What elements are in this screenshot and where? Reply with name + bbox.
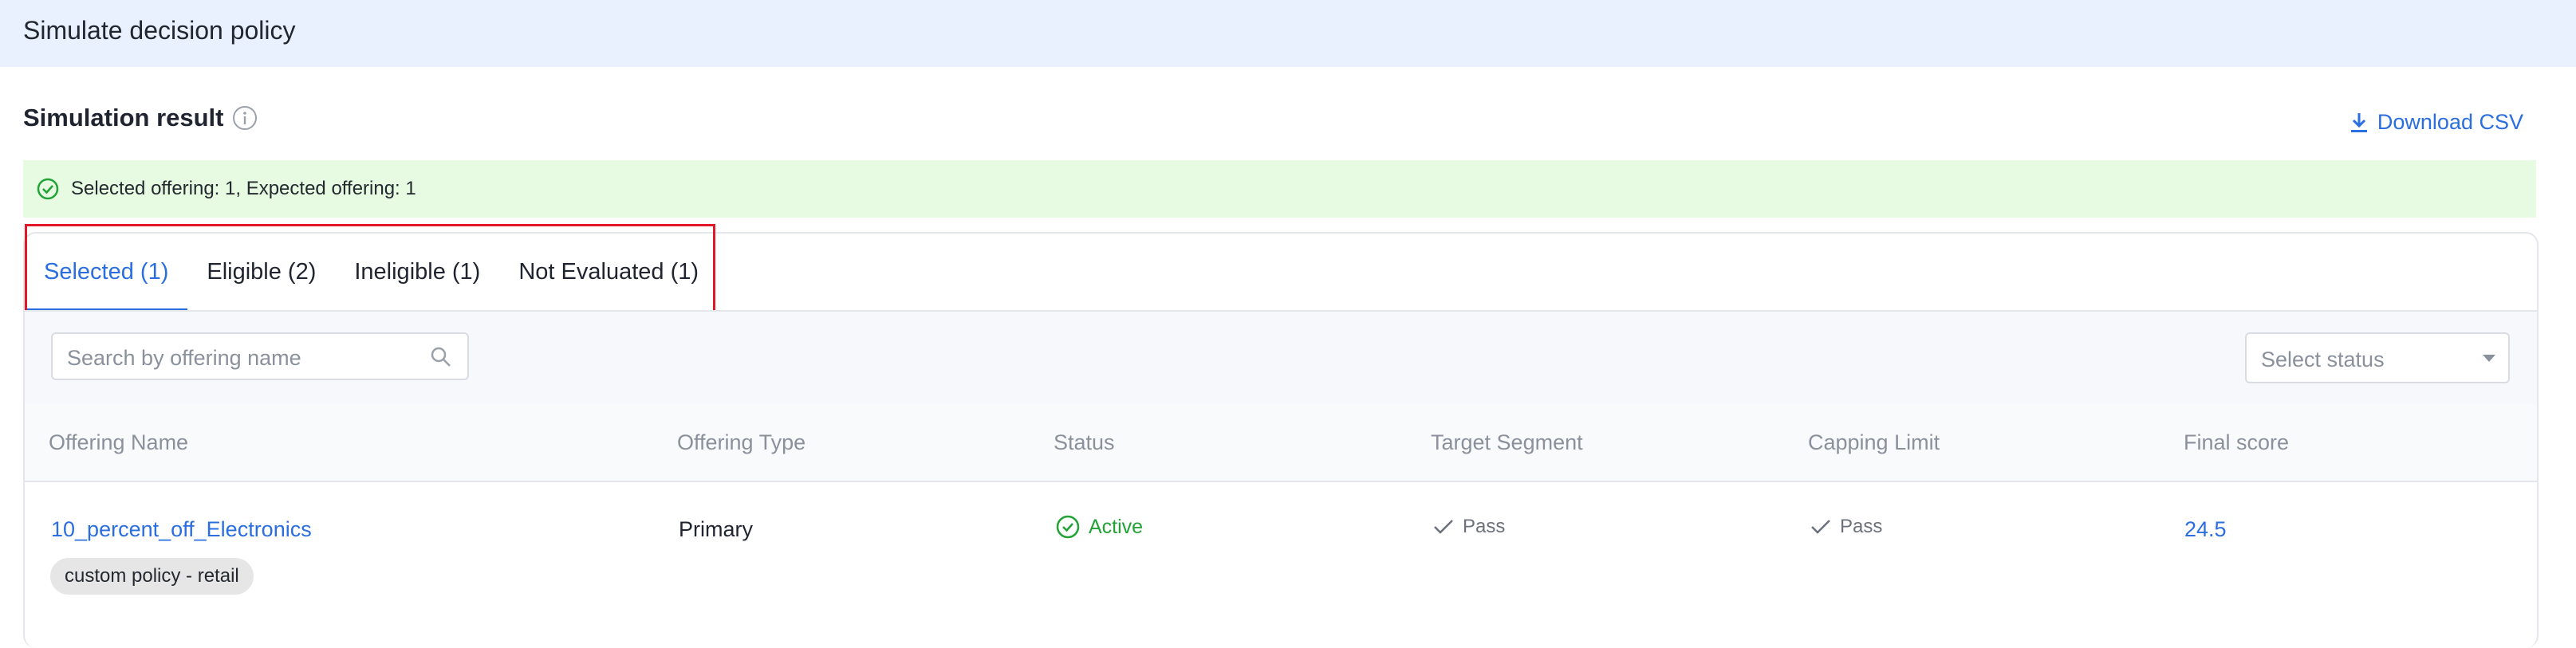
column-header-target-segment[interactable]: Target Segment bbox=[1431, 430, 1583, 455]
tab-eligible[interactable]: Eligible (2) bbox=[187, 234, 335, 310]
table-row: 10_percent_off_Electronics custom policy… bbox=[25, 482, 2537, 626]
capping-limit-label: Pass bbox=[1840, 516, 1883, 537]
offering-type-cell: Primary bbox=[679, 517, 753, 541]
check-circle-icon bbox=[36, 177, 60, 201]
page-title: Simulate decision policy bbox=[23, 16, 296, 45]
banner-text: Selected offering: 1, Expected offering:… bbox=[71, 178, 416, 199]
result-tabs: Selected (1) Eligible (2) Ineligible (1)… bbox=[25, 234, 718, 312]
download-csv-button[interactable]: Download CSV bbox=[2349, 110, 2523, 135]
search-input[interactable] bbox=[65, 345, 419, 371]
simulation-result-heading: Simulation result bbox=[23, 104, 258, 132]
column-header-status[interactable]: Status bbox=[1054, 430, 1115, 455]
column-header-offering-name[interactable]: Offering Name bbox=[49, 430, 188, 455]
tab-ineligible[interactable]: Ineligible (1) bbox=[335, 234, 499, 310]
check-circle-icon bbox=[1055, 514, 1081, 540]
simulation-result-title: Simulation result bbox=[23, 104, 224, 132]
results-panel: Selected (1) Eligible (2) Ineligible (1)… bbox=[23, 224, 2539, 648]
info-icon[interactable] bbox=[231, 104, 258, 132]
table-header: Offering Name Offering Type Status Targe… bbox=[25, 404, 2537, 482]
check-icon bbox=[1432, 517, 1455, 536]
target-segment-cell: Pass bbox=[1432, 516, 1505, 538]
column-header-capping-limit[interactable]: Capping Limit bbox=[1808, 430, 1940, 455]
status-select[interactable]: Select status bbox=[2245, 332, 2510, 383]
tab-selected[interactable]: Selected (1) bbox=[25, 234, 188, 312]
offering-name-link[interactable]: 10_percent_off_Electronics bbox=[51, 517, 312, 542]
search-icon[interactable] bbox=[429, 345, 453, 369]
caret-down-icon bbox=[2483, 355, 2495, 362]
final-score-cell: 24.5 bbox=[2184, 517, 2227, 541]
top-bar: Simulate decision policy bbox=[0, 0, 2576, 67]
tab-not-evaluated[interactable]: Not Evaluated (1) bbox=[499, 234, 718, 310]
column-header-offering-type[interactable]: Offering Type bbox=[677, 430, 805, 455]
download-icon bbox=[2349, 112, 2369, 134]
download-csv-label: Download CSV bbox=[2377, 110, 2523, 134]
target-segment-label: Pass bbox=[1463, 516, 1506, 537]
search-field bbox=[51, 332, 469, 380]
capping-limit-cell: Pass bbox=[1810, 516, 1882, 538]
check-icon bbox=[1810, 517, 1832, 536]
status-label: Active bbox=[1089, 515, 1144, 538]
column-header-final-score[interactable]: Final score bbox=[2184, 430, 2289, 455]
status-select-placeholder: Select status bbox=[2261, 348, 2385, 371]
filter-toolbar: Select status bbox=[25, 310, 2537, 406]
policy-tag: custom policy - retail bbox=[50, 558, 254, 595]
status-cell: Active bbox=[1055, 514, 1143, 540]
result-banner: Selected offering: 1, Expected offering:… bbox=[23, 160, 2536, 218]
